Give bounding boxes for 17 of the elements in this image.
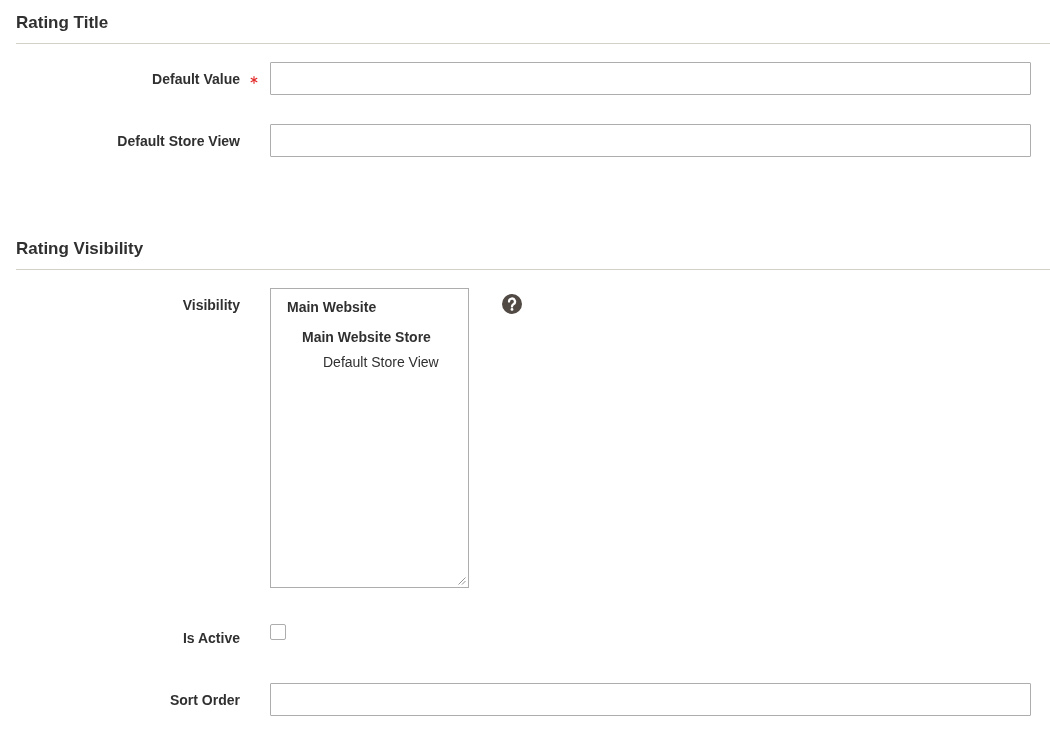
option-group-label: Main Website bbox=[287, 298, 377, 317]
list-option[interactable]: Default Store View bbox=[322, 352, 440, 372]
field-label: Sort Order bbox=[170, 692, 240, 708]
help-icon[interactable] bbox=[502, 294, 522, 314]
section-title: Rating Visibility bbox=[16, 238, 144, 259]
field-label: Default Store View bbox=[117, 133, 240, 149]
checkbox[interactable] bbox=[270, 624, 286, 640]
multiselect-list[interactable]: Main Website Main Website Store Default Store View bbox=[270, 288, 469, 588]
input-field[interactable] bbox=[270, 683, 1031, 716]
option-group-label: Main Website Store bbox=[302, 328, 431, 347]
input-field[interactable] bbox=[270, 62, 1031, 95]
section-title: Rating Title bbox=[16, 12, 109, 33]
field-label: Is Active bbox=[182, 630, 240, 646]
resize-handle-icon[interactable] bbox=[458, 577, 466, 585]
field-label: Visibility bbox=[182, 297, 240, 313]
field-label: Default Value bbox=[152, 71, 240, 87]
input-field[interactable] bbox=[270, 124, 1031, 157]
